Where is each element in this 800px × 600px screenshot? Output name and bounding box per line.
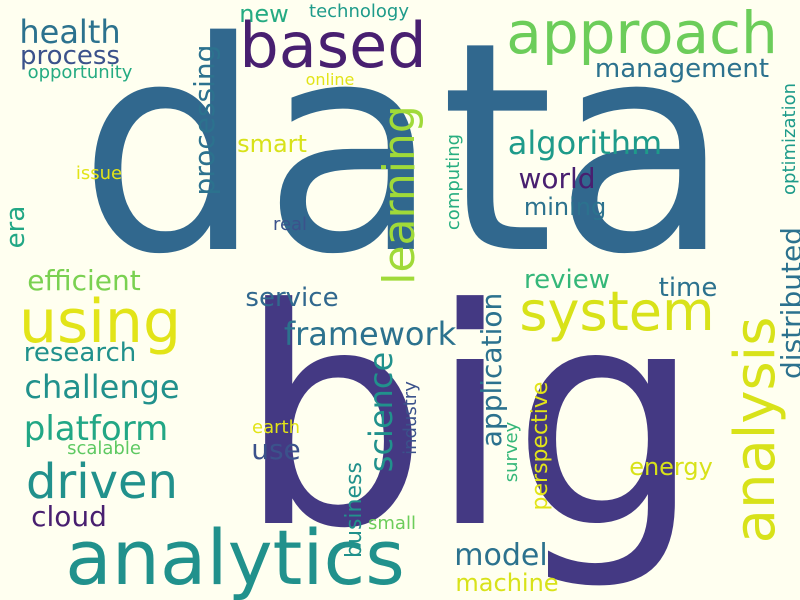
word-review: review — [524, 265, 610, 295]
word-use: use — [251, 433, 301, 466]
word-world: world — [518, 162, 596, 195]
word-new: new — [239, 0, 289, 28]
word-research: research — [23, 338, 137, 368]
word-learning: learning — [374, 105, 425, 285]
word-algorithm: algorithm — [507, 124, 663, 162]
word-efficient: efficient — [27, 264, 141, 297]
word-mining: mining — [523, 193, 607, 221]
word-model: model — [454, 538, 548, 573]
word-driven: driven — [26, 454, 178, 510]
word-smart: smart — [237, 130, 307, 158]
word-optimization: optimization — [779, 83, 800, 195]
word-technology: technology — [309, 1, 409, 22]
word-real: real — [272, 214, 308, 235]
word-era: era — [1, 205, 31, 249]
word-cloud: cloud — [31, 500, 107, 533]
word-processing: processing — [188, 44, 221, 196]
word-computing: computing — [443, 133, 464, 231]
word-issue: issue — [75, 163, 123, 184]
word-survey: survey — [501, 421, 522, 483]
word-energy: energy — [629, 453, 713, 481]
word-framework: framework — [283, 315, 457, 353]
word-management: management — [594, 54, 770, 84]
word-time: time — [658, 273, 718, 303]
word-cloud: data big analytics based approach analys… — [0, 0, 800, 600]
word-distributed: distributed — [775, 227, 800, 379]
word-online: online — [305, 70, 355, 89]
word-opportunity: opportunity — [27, 62, 133, 83]
word-industry: industry — [400, 381, 421, 455]
word-service: service — [245, 283, 339, 313]
word-scalable: scalable — [67, 438, 141, 459]
word-business: business — [342, 462, 367, 558]
word-small: small — [368, 513, 416, 534]
word-perspective: perspective — [528, 381, 553, 511]
word-machine: machine — [455, 569, 559, 597]
word-challenge: challenge — [24, 368, 180, 406]
word-science: science — [362, 351, 400, 473]
